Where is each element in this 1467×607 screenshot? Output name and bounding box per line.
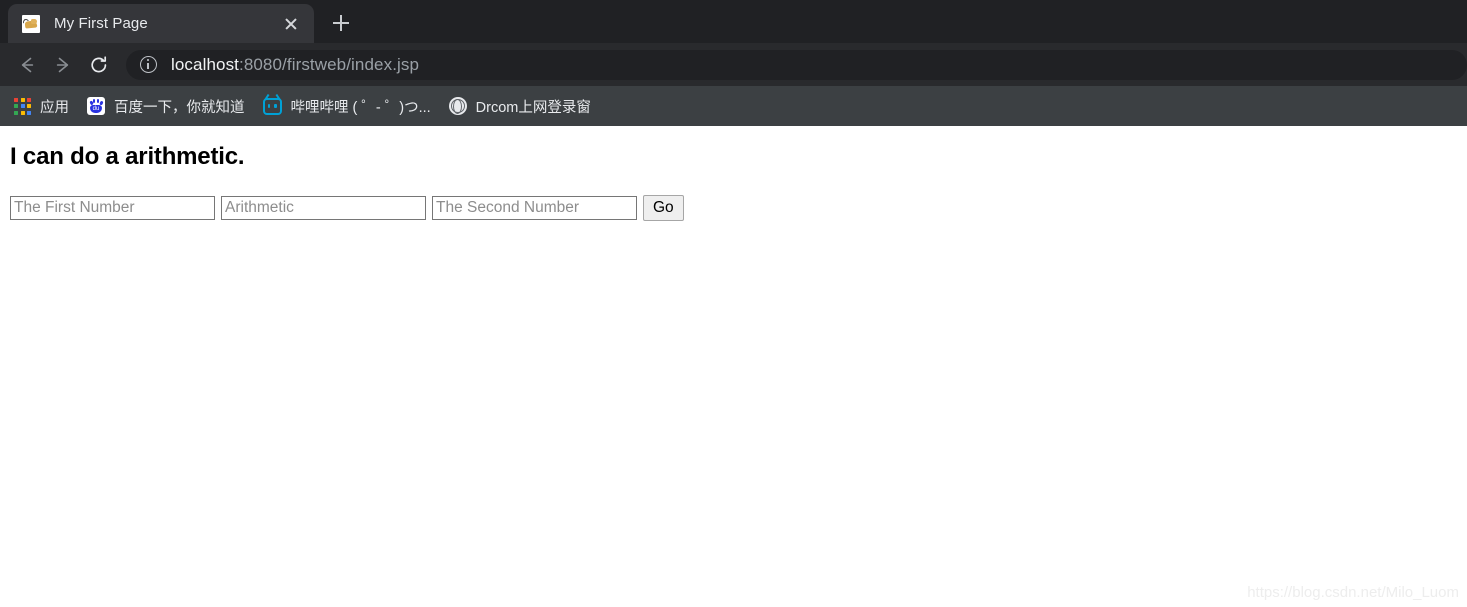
browser-tab-active[interactable]: My First Page [8, 4, 314, 43]
globe-icon [449, 97, 467, 115]
bilibili-icon [263, 98, 282, 115]
arrow-right-icon [52, 54, 74, 76]
page-title: I can do a arithmetic. [10, 143, 244, 171]
bookmark-drcom[interactable]: Drcom上网登录窗 [449, 93, 591, 119]
address-bar[interactable]: localhost:8080/firstweb/index.jsp [126, 50, 1467, 80]
apps-grid-icon [14, 98, 31, 115]
bookmarks-bar: 应用 du 百度一下，你就知道 哔哩哔哩 ( ゜- ゜)つ... [0, 86, 1467, 126]
tab-title: My First Page [54, 15, 280, 32]
watermark: https://blog.csdn.net/Milo_Luom [1247, 584, 1459, 601]
baidu-icon: du [87, 97, 105, 115]
bookmark-bilibili[interactable]: 哔哩哔哩 ( ゜- ゜)つ... [263, 93, 431, 119]
browser-window: My First Page local [0, 0, 1467, 607]
url-text: localhost:8080/firstweb/index.jsp [171, 55, 419, 75]
browser-toolbar: localhost:8080/firstweb/index.jsp [0, 43, 1467, 86]
arithmetic-operator-input[interactable] [221, 196, 426, 220]
second-number-input[interactable] [432, 196, 637, 220]
url-path: :8080/firstweb/index.jsp [239, 55, 419, 74]
close-icon[interactable] [280, 13, 302, 35]
back-button[interactable] [10, 48, 44, 82]
tab-strip: My First Page [0, 0, 1467, 43]
forward-button[interactable] [46, 48, 80, 82]
go-button[interactable]: Go [643, 195, 684, 221]
bookmark-apps[interactable]: 应用 [14, 93, 69, 119]
url-host: localhost [171, 55, 239, 74]
new-tab-button[interactable] [324, 6, 358, 40]
arithmetic-form: Go [10, 195, 684, 221]
page-content: I can do a arithmetic. Go https://blog.c… [0, 126, 1467, 607]
bookmark-label: 百度一下，你就知道 [114, 96, 245, 117]
first-number-input[interactable] [10, 196, 215, 220]
bookmark-label: Drcom上网登录窗 [476, 96, 591, 117]
info-circle-icon[interactable] [140, 56, 157, 73]
reload-button[interactable] [82, 48, 116, 82]
tomcat-favicon [22, 15, 40, 33]
bookmark-baidu[interactable]: du 百度一下，你就知道 [87, 93, 245, 119]
arrow-left-icon [16, 54, 38, 76]
bookmark-label: 哔哩哔哩 ( ゜- ゜)つ... [291, 96, 431, 117]
bookmark-label: 应用 [40, 96, 69, 117]
reload-icon [88, 54, 110, 76]
